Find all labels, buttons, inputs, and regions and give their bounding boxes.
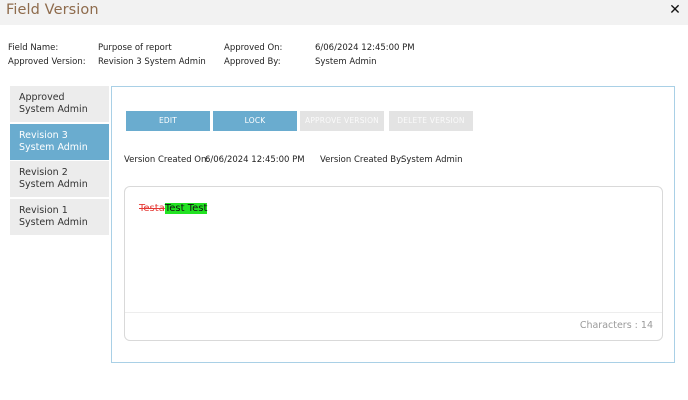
version-item-approved[interactable]: Approved System Admin — [10, 86, 109, 122]
field-name-label: Field Name: — [8, 43, 59, 53]
approved-on-value: 6/06/2024 12:45:00 PM — [315, 43, 415, 53]
editor-content[interactable]: TestaTest Test — [139, 203, 208, 214]
approved-by-value: System Admin — [315, 57, 377, 67]
version-user: System Admin — [19, 104, 88, 115]
lock-button[interactable]: LOCK — [213, 111, 297, 131]
version-user: System Admin — [19, 179, 88, 190]
version-name: Revision 3 — [19, 129, 68, 141]
version-created-on-label: Version Created On: — [124, 155, 210, 165]
delete-version-button: DELETE VERSION — [389, 111, 473, 131]
approved-by-label: Approved By: — [224, 57, 281, 67]
version-user: System Admin — [19, 216, 88, 228]
version-text-editor[interactable]: TestaTest Test Characters : 14 — [124, 186, 663, 341]
approved-version-label: Approved Version: — [8, 57, 86, 67]
version-created-on-value: 6/06/2024 12:45:00 PM — [205, 155, 305, 165]
version-item-revision-2[interactable]: Revision 2 System Admin — [10, 161, 109, 197]
version-user: System Admin — [19, 141, 88, 153]
dialog-title: Field Version — [6, 2, 99, 18]
inserted-text: Test Test — [164, 203, 208, 214]
version-list: Approved System Admin Revision 3 System … — [10, 86, 109, 236]
close-icon[interactable]: ✕ — [667, 1, 683, 19]
version-created-by-label: Version Created By: — [320, 155, 404, 165]
approved-on-label: Approved On: — [224, 43, 283, 53]
deleted-text: Testa — [139, 203, 165, 214]
dialog-titlebar: Field Version ✕ — [0, 0, 688, 25]
editor-footer: Characters : 14 — [125, 312, 662, 340]
version-detail-panel: EDIT LOCK APPROVE VERSION DELETE VERSION… — [111, 86, 675, 363]
version-created-by-value: System Admin — [401, 155, 463, 165]
version-name: Revision 1 — [19, 204, 68, 216]
character-count: Characters : 14 — [579, 320, 653, 331]
edit-button[interactable]: EDIT — [126, 111, 210, 131]
version-name: Revision 2 — [19, 167, 68, 178]
field-name-value: Purpose of report — [98, 43, 172, 53]
version-item-revision-1[interactable]: Revision 1 System Admin — [10, 198, 109, 235]
version-item-revision-3[interactable]: Revision 3 System Admin — [10, 123, 109, 160]
version-name: Approved — [19, 92, 65, 103]
approved-version-value: Revision 3 System Admin — [98, 57, 206, 67]
approve-version-button: APPROVE VERSION — [300, 111, 384, 131]
